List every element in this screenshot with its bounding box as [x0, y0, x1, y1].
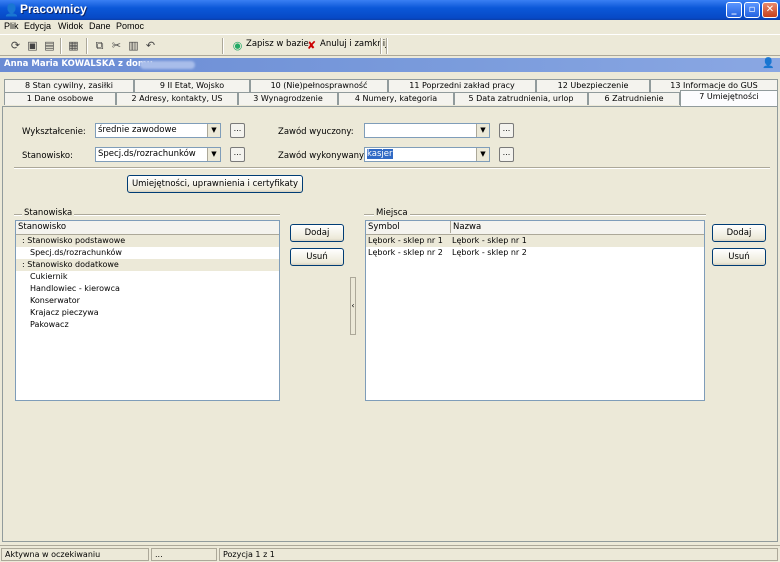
- table-cell-nazwa: Lębork - sklep nr 2: [452, 248, 527, 257]
- position-value: Specj.ds/rozrachunków: [98, 149, 196, 159]
- copy-icon[interactable]: ⧉: [92, 38, 107, 53]
- chevron-down-icon[interactable]: ▼: [207, 148, 220, 161]
- list-item[interactable]: : Stanowisko podstawowe: [16, 235, 279, 247]
- undo-icon[interactable]: ↶: [143, 38, 158, 53]
- learned-profession-label: Zawód wyuczony:: [278, 127, 354, 137]
- places-remove-button[interactable]: Usuń: [712, 248, 766, 266]
- education-select[interactable]: średnie zawodowe ▼: [95, 123, 221, 138]
- performed-profession-label: Zawód wykonywany:: [278, 151, 367, 161]
- position-browse-button[interactable]: ...: [230, 147, 245, 162]
- list-item[interactable]: : Stanowisko dodatkowe: [16, 259, 279, 271]
- learned-profession-select[interactable]: ▼: [364, 123, 490, 138]
- save-disk-icon[interactable]: ▣: [25, 38, 40, 53]
- tab-poprzedni-zaklad[interactable]: 11 Poprzedni zakład pracy: [388, 79, 536, 92]
- toolbar: ⟳ ▣ ▤ ▦ ⧉ ✂ ▥ ↶ ◉ Zapisz w bazie ✘ Anulu…: [0, 34, 780, 56]
- status-state: Aktywna w oczekiwaniu: [1, 548, 149, 561]
- list-item[interactable]: Krajacz pieczywa: [16, 307, 279, 319]
- places-group-label: Miejsca: [374, 208, 410, 218]
- places-table[interactable]: Symbol Nazwa Lębork - sklep nr 1 Lębork …: [365, 220, 705, 401]
- tab-adresy[interactable]: 2 Adresy, kontakty, US: [116, 92, 238, 105]
- window-title: Pracownicy: [20, 2, 87, 16]
- toolbar-separator: [380, 38, 382, 54]
- toolbar-separator: [386, 38, 388, 54]
- places-group-line: [364, 214, 706, 216]
- table-row[interactable]: Lębork - sklep nr 2 Lębork - sklep nr 2: [366, 247, 704, 259]
- menu-dane[interactable]: Dane: [89, 21, 111, 31]
- tab-wynagrodzenie[interactable]: 3 Wynagrodzenie: [238, 92, 338, 105]
- tab-ubezpieczenie[interactable]: 12 Ubezpieczenie: [536, 79, 650, 92]
- education-browse-button[interactable]: ...: [230, 123, 245, 138]
- positions-list[interactable]: Stanowisko : Stanowisko podstawowe Specj…: [15, 220, 280, 401]
- tab-dane-osobowe[interactable]: 1 Dane osobowe: [4, 92, 116, 105]
- tab-numery[interactable]: 4 Numery, kategoria: [338, 92, 454, 105]
- performed-profession-value: kasjer: [367, 149, 393, 159]
- minimize-button[interactable]: _: [726, 2, 742, 18]
- menu-widok[interactable]: Widok: [58, 21, 83, 31]
- redacted-name: [140, 61, 195, 69]
- properties-icon[interactable]: ▦: [66, 38, 81, 53]
- save-all-icon[interactable]: ▤: [42, 38, 57, 53]
- person-icon: 👤: [762, 58, 775, 69]
- maximize-button[interactable]: ▫: [744, 2, 760, 18]
- education-label: Wykształcenie:: [22, 127, 86, 137]
- list-item[interactable]: Specj.ds/rozrachunków: [16, 247, 279, 259]
- list-item[interactable]: Pakowacz: [16, 319, 279, 331]
- positions-remove-button[interactable]: Usuń: [290, 248, 344, 266]
- tab-niepelnosprawnosc[interactable]: 10 (Nie)pełnosprawność: [250, 79, 388, 92]
- title-bar[interactable]: 👤 Pracownicy _ ▫ ✕: [0, 0, 780, 20]
- tab-stan-cywilny[interactable]: 8 Stan cywilny, zasiłki: [4, 79, 134, 92]
- table-cell-symbol: Lębork - sklep nr 1: [368, 236, 443, 245]
- performed-profession-browse-button[interactable]: ...: [499, 147, 514, 162]
- list-item[interactable]: Konserwator: [16, 295, 279, 307]
- collapse-splitter[interactable]: ‹: [350, 277, 356, 335]
- performed-profession-select[interactable]: kasjer ▼: [364, 147, 490, 162]
- tab-data-zatrudnienia[interactable]: 5 Data zatrudnienia, urlop: [454, 92, 588, 105]
- tab-umiejetnosci[interactable]: 7 Umiejętności: [680, 90, 778, 106]
- list-item[interactable]: Handlowiec - kierowca: [16, 283, 279, 295]
- education-value: średnie zawodowe: [98, 125, 177, 135]
- paste-icon[interactable]: ▥: [126, 38, 141, 53]
- column-header-nazwa[interactable]: Nazwa: [450, 221, 481, 233]
- table-row[interactable]: Lębork - sklep nr 1 Lębork - sklep nr 1: [366, 235, 704, 247]
- skills-button[interactable]: Umiejętności, uprawnienia i certyfikaty: [127, 175, 303, 193]
- menu-bar: Plik Edycja Widok Dane Pomoc: [0, 20, 780, 34]
- chevron-down-icon[interactable]: ▼: [476, 124, 489, 137]
- toolbar-separator: [222, 38, 224, 54]
- tab-zatrudnienie[interactable]: 6 Zatrudnienie: [588, 92, 680, 105]
- menu-plik[interactable]: Plik: [4, 21, 19, 31]
- positions-group-label: Stanowiska: [22, 208, 75, 218]
- divider: [14, 167, 770, 169]
- table-cell-nazwa: Lębork - sklep nr 1: [452, 236, 527, 245]
- employee-header: Anna Maria KOWALSKA z domu 👤: [0, 58, 780, 72]
- status-position: Pozycja 1 z 1: [219, 548, 778, 561]
- table-cell-symbol: Lębork - sklep nr 2: [368, 248, 443, 257]
- learned-profession-browse-button[interactable]: ...: [499, 123, 514, 138]
- toolbar-separator: [86, 38, 88, 54]
- positions-column-header[interactable]: Stanowisko: [16, 221, 279, 235]
- cancel-close-icon: ✘: [306, 39, 317, 52]
- chevron-down-icon[interactable]: ▼: [476, 148, 489, 161]
- app-icon: 👤: [4, 3, 19, 17]
- places-header-row: Symbol Nazwa: [366, 221, 704, 235]
- toolbar-separator: [60, 38, 62, 54]
- list-item[interactable]: Cukiernik: [16, 271, 279, 283]
- cancel-and-close-button[interactable]: Anuluj i zamknij: [320, 39, 387, 49]
- employee-name: Anna Maria KOWALSKA z domu: [4, 59, 153, 69]
- status-extra: ...: [151, 548, 217, 561]
- position-label: Stanowisko:: [22, 151, 73, 161]
- tab-ii-etat[interactable]: 9 II Etat, Wojsko: [134, 79, 250, 92]
- menu-edycja[interactable]: Edycja: [24, 21, 51, 31]
- chevron-down-icon[interactable]: ▼: [207, 124, 220, 137]
- column-header-symbol[interactable]: Symbol: [368, 221, 400, 233]
- cut-icon[interactable]: ✂: [109, 38, 124, 53]
- positions-add-button[interactable]: Dodaj: [290, 224, 344, 242]
- save-db-icon: ◉: [232, 39, 243, 52]
- status-bar: Aktywna w oczekiwaniu ... Pozycja 1 z 1: [0, 545, 780, 562]
- save-to-db-button[interactable]: Zapisz w bazie: [246, 39, 309, 49]
- places-add-button[interactable]: Dodaj: [712, 224, 766, 242]
- menu-pomoc[interactable]: Pomoc: [116, 21, 144, 31]
- refresh-icon[interactable]: ⟳: [8, 38, 23, 53]
- close-button[interactable]: ✕: [762, 2, 778, 18]
- position-select[interactable]: Specj.ds/rozrachunków ▼: [95, 147, 221, 162]
